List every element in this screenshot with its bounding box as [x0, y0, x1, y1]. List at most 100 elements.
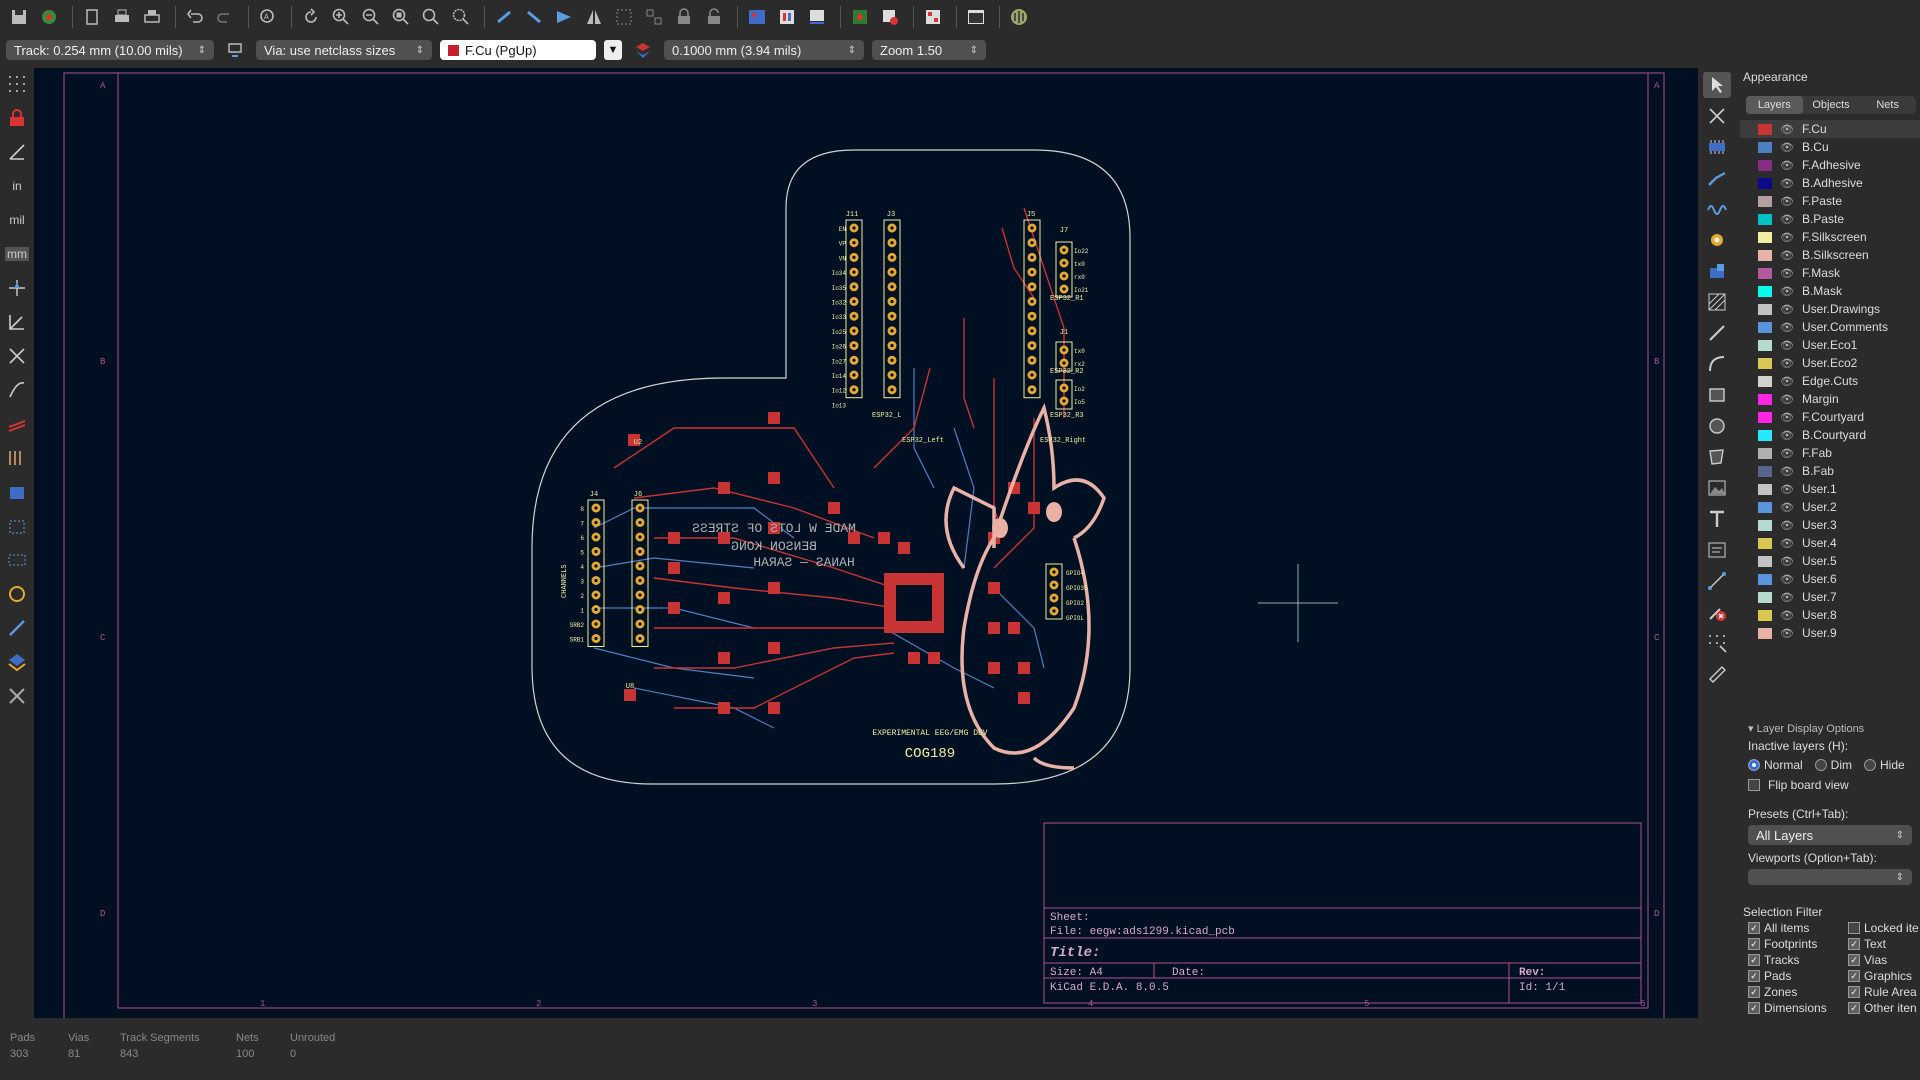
layer-row-edge-cuts[interactable]: 👁 Edge.Cuts — [1740, 372, 1920, 390]
page-settings-icon[interactable] — [79, 4, 105, 30]
layer-color-swatch[interactable] — [1758, 249, 1772, 261]
visibility-eye-icon[interactable]: 👁 — [1780, 195, 1794, 208]
layer-display-options-header[interactable]: ▾ Layer Display Options — [1740, 720, 1920, 737]
visibility-eye-icon[interactable]: 👁 — [1780, 447, 1794, 460]
layer-color-swatch[interactable] — [1758, 429, 1772, 441]
net-inspector-icon[interactable] — [2, 614, 32, 642]
save-icon[interactable] — [6, 4, 32, 30]
visibility-eye-icon[interactable]: 👁 — [1780, 375, 1794, 388]
layer-row-user-5[interactable]: 👁 User.5 — [1740, 552, 1920, 570]
visibility-eye-icon[interactable]: 👁 — [1780, 483, 1794, 496]
ungroup-icon[interactable] — [641, 4, 667, 30]
layer-row-margin[interactable]: 👁 Margin — [1740, 390, 1920, 408]
layer-color-swatch[interactable] — [1758, 483, 1772, 495]
mils-units-icon[interactable]: mil — [2, 206, 32, 234]
visibility-eye-icon[interactable]: 👁 — [1780, 177, 1794, 190]
grid-origin-icon[interactable] — [1703, 630, 1731, 656]
layer-row-f-courtyard[interactable]: 👁 F.Courtyard — [1740, 408, 1920, 426]
filter-checkbox[interactable]: ✓ — [1848, 954, 1860, 966]
layer-row-user-3[interactable]: 👁 User.3 — [1740, 516, 1920, 534]
visibility-eye-icon[interactable]: 👁 — [1780, 213, 1794, 226]
lock-icon[interactable] — [671, 4, 697, 30]
rotate-ccw-icon[interactable] — [491, 4, 517, 30]
visibility-eye-icon[interactable]: 👁 — [1780, 267, 1794, 280]
visibility-eye-icon[interactable]: 👁 — [1780, 141, 1794, 154]
board-setup-icon[interactable] — [36, 4, 62, 30]
show-tracks-icon[interactable] — [2, 410, 32, 438]
mm-units-icon[interactable]: mm — [2, 240, 32, 268]
layer-color-swatch[interactable] — [1758, 375, 1772, 387]
radio-hide[interactable] — [1864, 759, 1876, 771]
zoom-select[interactable]: Zoom 1.50 ⇕ — [872, 40, 986, 60]
visibility-eye-icon[interactable]: 👁 — [1780, 303, 1794, 316]
radio-normal[interactable] — [1748, 759, 1760, 771]
angle-constraint-icon[interactable] — [2, 308, 32, 336]
filter-checkbox[interactable]: ✓ — [1748, 1002, 1760, 1014]
layer-color-swatch[interactable] — [1758, 627, 1772, 639]
visibility-eye-icon[interactable]: 👁 — [1780, 519, 1794, 532]
zoom-out-icon[interactable] — [358, 4, 384, 30]
layer-row-user-drawings[interactable]: 👁 User.Drawings — [1740, 300, 1920, 318]
layer-color-swatch[interactable] — [1758, 339, 1772, 351]
track-width-select[interactable]: Track: 0.254 mm (10.00 mils) ⇕ — [6, 40, 214, 60]
visibility-eye-icon[interactable]: 👁 — [1780, 591, 1794, 604]
visibility-eye-icon[interactable]: 👁 — [1780, 393, 1794, 406]
draw-arc-icon[interactable] — [1703, 351, 1731, 377]
layer-row-user-8[interactable]: 👁 User.8 — [1740, 606, 1920, 624]
layer-pair-icon[interactable] — [630, 37, 656, 63]
visibility-eye-icon[interactable]: 👁 — [1780, 159, 1794, 172]
layer-color-swatch[interactable] — [1758, 501, 1772, 513]
measure-tool-icon[interactable] — [1703, 661, 1731, 687]
layer-row-b-fab[interactable]: 👁 B.Fab — [1740, 462, 1920, 480]
layer-row-user-7[interactable]: 👁 User.7 — [1740, 588, 1920, 606]
tab-layers[interactable]: Layers — [1746, 96, 1803, 114]
route-track-icon[interactable] — [1703, 165, 1731, 191]
plot-icon[interactable] — [139, 4, 165, 30]
layer-color-swatch[interactable] — [1758, 267, 1772, 279]
flip-icon[interactable] — [551, 4, 577, 30]
layer-row-user-1[interactable]: 👁 User.1 — [1740, 480, 1920, 498]
visibility-eye-icon[interactable]: 👁 — [1780, 321, 1794, 334]
layer-color-swatch[interactable] — [1758, 141, 1772, 153]
layer-row-f-fab[interactable]: 👁 F.Fab — [1740, 444, 1920, 462]
redo-icon[interactable] — [212, 4, 238, 30]
pads-display-icon[interactable] — [2, 580, 32, 608]
filter-checkbox[interactable]: ✓ — [1748, 970, 1760, 982]
add-footprint-icon[interactable] — [1703, 134, 1731, 160]
visibility-eye-icon[interactable]: 👁 — [1780, 429, 1794, 442]
cursor-fullscreen-icon[interactable] — [2, 274, 32, 302]
zone-outline-icon[interactable] — [2, 512, 32, 540]
layer-row-f-adhesive[interactable]: 👁 F.Adhesive — [1740, 156, 1920, 174]
draw-polygon-icon[interactable] — [1703, 444, 1731, 470]
visibility-eye-icon[interactable]: 👁 — [1780, 339, 1794, 352]
tune-length-icon[interactable] — [1703, 196, 1731, 222]
group-icon[interactable] — [611, 4, 637, 30]
layer-color-swatch[interactable] — [1758, 357, 1772, 369]
add-dimension-icon[interactable] — [1703, 568, 1731, 594]
lock-overlay-icon[interactable] — [2, 104, 32, 132]
layer-row-user-4[interactable]: 👁 User.4 — [1740, 534, 1920, 552]
footprint-editor-icon[interactable] — [774, 4, 800, 30]
add-zone-icon[interactable] — [1703, 258, 1731, 284]
track-width-toggle-icon[interactable] — [222, 37, 248, 63]
layer-row-user-eco2[interactable]: 👁 User.Eco2 — [1740, 354, 1920, 372]
find-icon[interactable]: A — [255, 4, 281, 30]
layer-row-f-mask[interactable]: 👁 F.Mask — [1740, 264, 1920, 282]
add-text-icon[interactable] — [1703, 506, 1731, 532]
delete-tool-icon[interactable] — [1703, 599, 1731, 625]
layer-color-swatch[interactable] — [1758, 195, 1772, 207]
inches-units-icon[interactable]: in — [2, 172, 32, 200]
refresh-icon[interactable] — [298, 4, 324, 30]
active-layer-select[interactable]: F.Cu (PgUp) — [440, 40, 596, 60]
layer-row-b-paste[interactable]: 👁 B.Paste — [1740, 210, 1920, 228]
footprint-browser-icon[interactable] — [804, 4, 830, 30]
filter-checkbox[interactable]: ✓ — [1848, 938, 1860, 950]
filter-checkbox[interactable] — [1848, 922, 1860, 934]
layer-color-swatch[interactable] — [1758, 447, 1772, 459]
layer-color-swatch[interactable] — [1758, 231, 1772, 243]
filter-checkbox[interactable]: ✓ — [1848, 986, 1860, 998]
layer-row-b-cu[interactable]: 👁 B.Cu — [1740, 138, 1920, 156]
tab-nets[interactable]: Nets — [1859, 96, 1916, 114]
layer-color-swatch[interactable] — [1758, 213, 1772, 225]
rule-area-icon[interactable] — [1703, 289, 1731, 315]
